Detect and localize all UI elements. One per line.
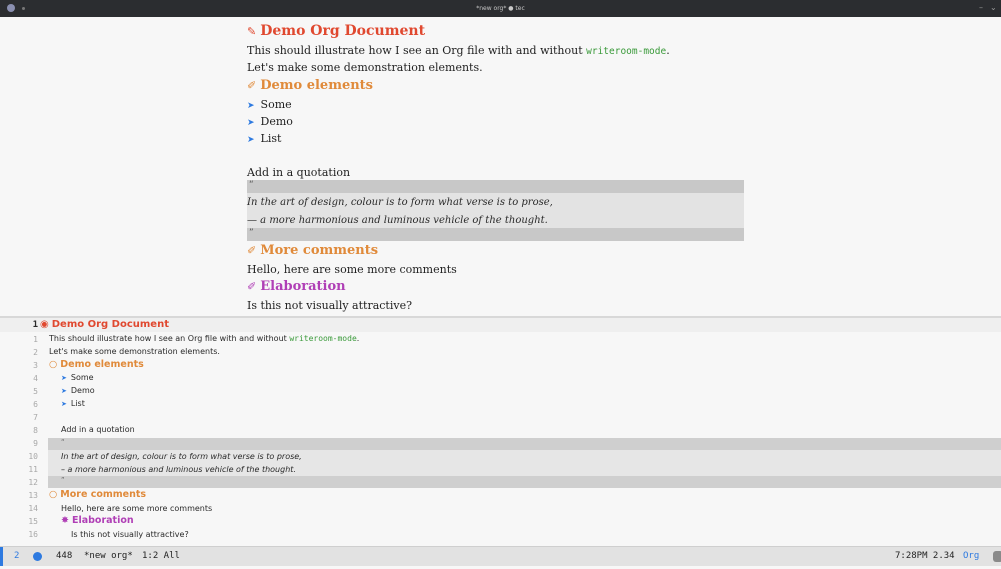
inline-code: writeroom-mode <box>289 334 357 343</box>
heading-text: Demo elements <box>260 78 373 93</box>
intro-text: This should illustrate how I see an Org … <box>49 334 290 343</box>
line-number: 16 <box>28 530 38 539</box>
editor-window[interactable]: 1 1 2 3 4 5 6 7 8 9 10 11 12 13 14 15 16… <box>0 318 1001 546</box>
heading-text: Elaboration <box>71 515 134 526</box>
quote-begin: “ <box>247 180 744 193</box>
line-number: 1 <box>32 320 38 330</box>
line-number: 3 <box>33 361 38 370</box>
editor-heading-elaboration[interactable]: ✸ Elaboration <box>61 515 134 526</box>
list-item-text: Demo <box>70 386 95 395</box>
heading-elaboration: ✐ Elaboration <box>247 279 744 294</box>
heading-nib-icon: ✐ <box>247 79 257 92</box>
mode-line-accent <box>0 547 3 566</box>
heading-more-comments: ✐ More comments <box>247 243 744 258</box>
git-icon <box>993 551 1001 562</box>
editor-quote-begin[interactable]: “ <box>48 438 1001 450</box>
bullet-icon: ➤ <box>61 374 67 382</box>
line-number: 2 <box>33 348 38 357</box>
window-title: *new org* ● tec <box>476 5 525 12</box>
heading-nib-icon: ✐ <box>247 280 257 293</box>
line-number: 13 <box>28 491 38 500</box>
list-item-text: Some <box>260 98 292 111</box>
inline-code: writeroom-mode <box>586 46 667 57</box>
writeroom-window[interactable]: ✎ Demo Org Document This should illustrat… <box>0 17 1001 316</box>
line-2: Let's make some demonstration elements. <box>247 61 483 74</box>
editor-quote-line[interactable]: In the art of design, colour is to form … <box>48 450 1001 463</box>
heading-demo-elements: ✐ Demo elements <box>247 78 744 93</box>
line-number: 14 <box>28 504 38 513</box>
buffer-size: 448 <box>56 551 73 561</box>
bullet-icon: ➤ <box>247 118 255 128</box>
major-mode[interactable]: Org <box>963 551 979 561</box>
modified-dot-icon <box>33 552 42 561</box>
bullet-icon: ➤ <box>247 101 255 111</box>
editor-heading-more-comments[interactable]: ○ More comments <box>49 489 146 500</box>
editor-quote-intro[interactable]: Add in a quotation <box>61 425 135 434</box>
window-titlebar: *new org* ● tec – ⌄ <box>0 0 1001 17</box>
bullet-icon: ➤ <box>247 135 255 145</box>
cursor-position: 1:2 All <box>142 551 180 561</box>
line-number: 1 <box>33 335 38 344</box>
editor-more-text[interactable]: Hello, here are some more comments <box>61 504 212 513</box>
editor-list-item[interactable]: ➤ Demo <box>61 386 95 395</box>
buffer-name[interactable]: *new org* <box>84 551 133 561</box>
workspace-number[interactable]: 2 <box>14 551 19 561</box>
line-number: 4 <box>33 374 38 383</box>
elab-text: Is this not visually attractive? <box>247 299 412 312</box>
intro-suffix: . <box>666 44 670 57</box>
heading-pen-icon: ✎ <box>247 25 257 38</box>
heading-nib-icon: ✐ <box>247 244 257 257</box>
editor-elab-text[interactable]: Is this not visually attractive? <box>71 530 189 539</box>
editor-quote-end[interactable]: ” <box>48 476 1001 488</box>
heading-text: Demo elements <box>60 359 144 370</box>
intro-suffix: . <box>356 334 360 343</box>
editor-title: ◉ Demo Org Document <box>40 319 169 330</box>
line-number: 12 <box>28 478 38 487</box>
circle-outline-icon: ○ <box>49 359 58 370</box>
doc-title: ✎ Demo Org Document <box>247 23 744 39</box>
editor-list-item[interactable]: ➤ List <box>61 399 85 408</box>
list-item-text: Some <box>70 373 94 382</box>
bullet-circle-icon: ◉ <box>40 319 49 330</box>
line-number: 5 <box>33 387 38 396</box>
line-number: 15 <box>28 517 38 526</box>
editor-quote-line[interactable]: – a more harmonious and luminous vehicle… <box>48 463 1001 476</box>
doc-title-text: Demo Org Document <box>260 23 426 39</box>
clock-load: 7:28PM 2.34 <box>895 551 955 561</box>
list-item-text: List <box>70 399 85 408</box>
line-number: 6 <box>33 400 38 409</box>
maximize-icon[interactable]: ⌄ <box>990 3 997 12</box>
heading-text: More comments <box>260 243 379 258</box>
line-number: 9 <box>33 439 38 448</box>
editor-list-item[interactable]: ➤ Some <box>61 373 94 382</box>
quote-line: In the art of design, colour is to form … <box>247 193 744 212</box>
list-item-text: List <box>260 132 282 145</box>
editor-intro-line[interactable]: This should illustrate how I see an Org … <box>49 334 359 343</box>
minimize-icon[interactable]: – <box>979 3 983 12</box>
heading-text: More comments <box>60 489 147 500</box>
list-item: ➤ Some <box>247 98 744 111</box>
list-item-text: Demo <box>260 115 293 128</box>
line-number: 8 <box>33 426 38 435</box>
line-number: 7 <box>33 413 38 422</box>
editor-line-2[interactable]: Let's make some demonstration elements. <box>49 347 220 356</box>
editor-title-text: Demo Org Document <box>51 319 169 330</box>
editor-heading-demo-elements[interactable]: ○ Demo elements <box>49 359 144 370</box>
bullet-icon: ➤ <box>61 400 67 408</box>
mode-line: 2 448 *new org* 1:2 All 7:28PM 2.34 Org <box>0 546 1001 566</box>
list-item: ➤ List <box>247 132 744 145</box>
asterisk-icon: ✸ <box>61 515 69 526</box>
intro-text: This should illustrate how I see an Org … <box>247 44 587 57</box>
bullet-icon: ➤ <box>61 387 67 395</box>
line-number: 10 <box>28 452 38 461</box>
intro-line: This should illustrate how I see an Org … <box>247 44 744 57</box>
heading-text: Elaboration <box>260 279 346 294</box>
circle-outline-icon: ○ <box>49 489 58 500</box>
list-item: ➤ Demo <box>247 115 744 128</box>
quote-intro: Add in a quotation <box>247 166 351 179</box>
line-number: 11 <box>28 465 38 474</box>
more-text: Hello, here are some more comments <box>247 263 457 276</box>
quote-end: ” <box>247 228 744 241</box>
